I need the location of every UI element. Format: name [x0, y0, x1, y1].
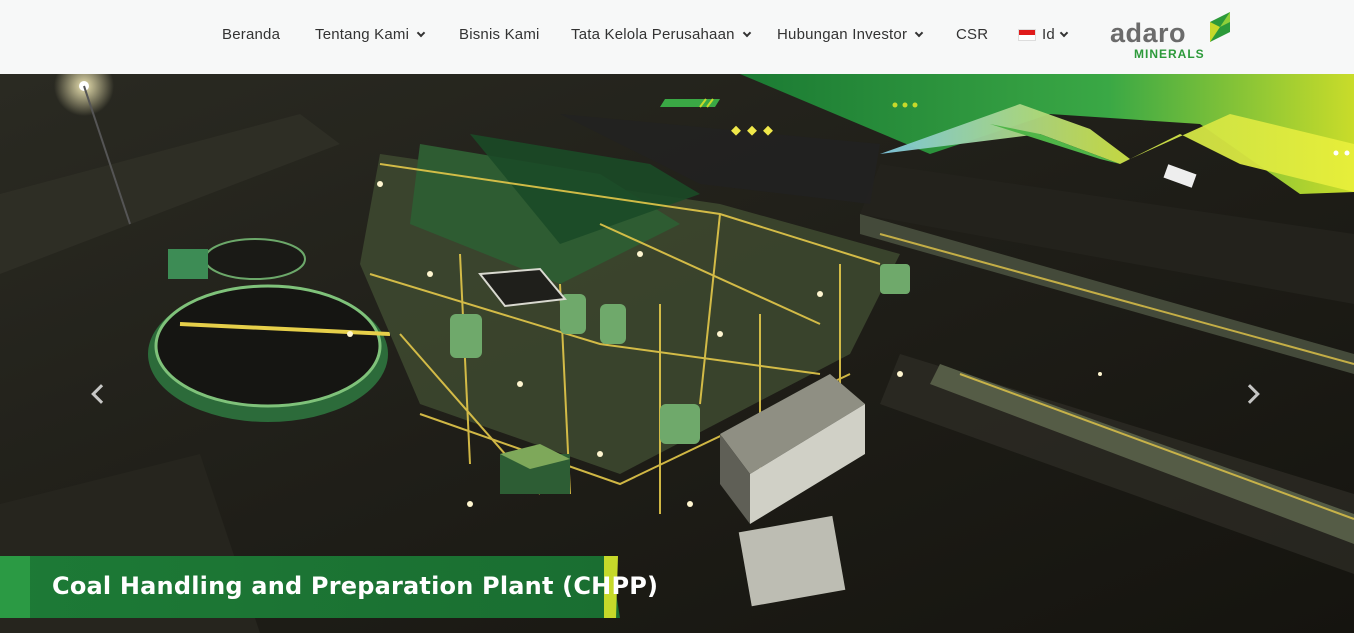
hero-slider: Coal Handling and Preparation Plant (CHP…: [0, 74, 1354, 633]
nav-item-beranda[interactable]: Beranda: [222, 26, 280, 43]
nav-item-label: CSR: [956, 26, 989, 43]
chevron-down-icon: [1059, 28, 1069, 37]
hero-caption-banner: Coal Handling and Preparation Plant (CHP…: [0, 556, 658, 618]
hero-image: [0, 74, 1354, 633]
nav-item-hubungan-investor[interactable]: Hubungan Investor: [777, 26, 924, 43]
nav-item-label: Tentang Kami: [315, 26, 410, 43]
nav-item-label: Hubungan Investor: [777, 26, 908, 43]
logo-subtitle: MINERALS: [1134, 47, 1205, 61]
top-navbar: Beranda Tentang Kami Bisnis Kami Tata Ke…: [0, 0, 1354, 74]
adaro-minerals-logo[interactable]: adaro MINERALS: [1110, 10, 1234, 64]
nav-item-label: Beranda: [222, 26, 281, 43]
chevron-down-icon: [742, 28, 751, 37]
nav-item-label: Tata Kelola Perusahaan: [571, 26, 735, 43]
chevron-down-icon: [416, 28, 426, 37]
chevron-down-icon: [914, 28, 924, 37]
nav-item-csr[interactable]: CSR: [956, 26, 988, 43]
logo-wordmark: adaro: [1110, 18, 1187, 48]
hero-caption: Coal Handling and Preparation Plant (CHP…: [52, 572, 659, 600]
nav-item-tentang-kami[interactable]: Tentang Kami: [315, 26, 426, 43]
nav-item-bisnis-kami[interactable]: Bisnis Kami: [459, 26, 540, 43]
nav-item-tata-kelola[interactable]: Tata Kelola Perusahaan: [571, 26, 751, 43]
language-label: Id: [1042, 26, 1055, 43]
indonesia-flag-icon: [1018, 28, 1036, 41]
language-selector[interactable]: Id: [1018, 26, 1069, 43]
nav-item-label: Bisnis Kami: [459, 26, 540, 43]
logo-mark-icon: [1210, 12, 1230, 42]
